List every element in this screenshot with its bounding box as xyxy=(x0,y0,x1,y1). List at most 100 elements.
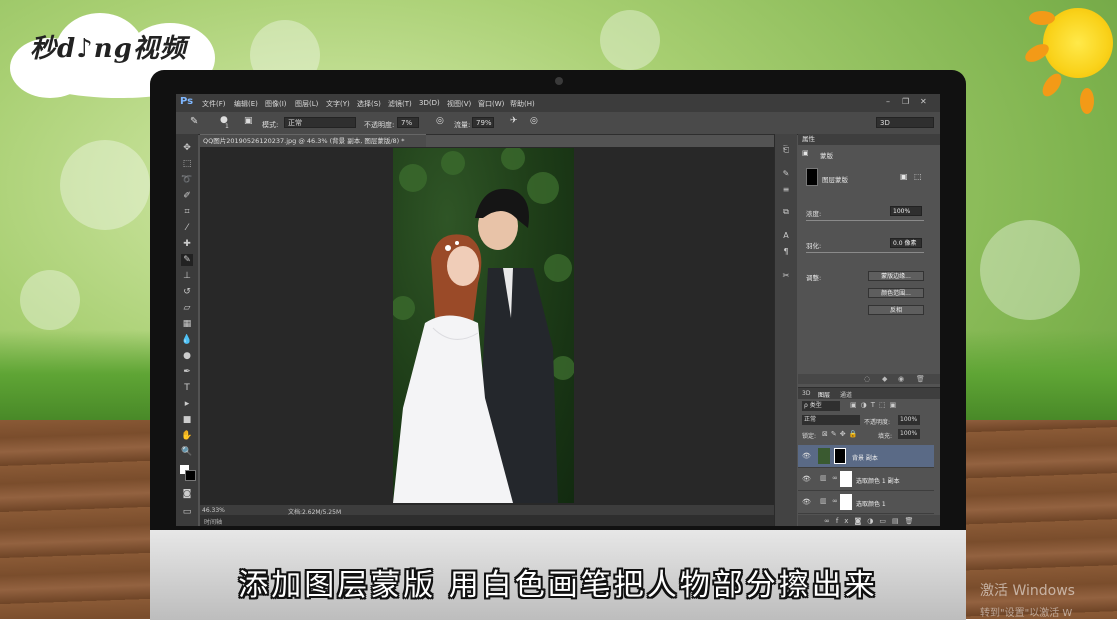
select-mask-icon[interactable]: ▣ xyxy=(900,172,908,181)
blur-tool-icon[interactable]: 💧 xyxy=(181,334,193,346)
clone-source-icon[interactable]: ⧉ xyxy=(780,206,792,218)
layers-footer: ∞fx◙◑▭▤🗑 xyxy=(798,515,940,526)
pen-tool-icon[interactable]: ✒ xyxy=(181,366,193,378)
brush-presets-icon[interactable]: ✎ xyxy=(780,168,792,180)
delete-mask-icon[interactable]: 🗑 xyxy=(916,375,925,383)
move-tool-icon[interactable]: ✥ xyxy=(181,142,193,154)
dodge-tool-icon[interactable]: ● xyxy=(181,350,193,362)
density-field[interactable]: 100% xyxy=(890,206,922,216)
document-title: QQ图片20190526120237.jpg @ 46.3% (背景 副本, 图… xyxy=(203,137,405,145)
vector-mask-icon[interactable]: ⬚ xyxy=(914,172,922,181)
gradient-tool-icon[interactable]: ▦ xyxy=(181,318,193,330)
history-brush-icon[interactable]: ↺ xyxy=(181,286,193,298)
subtitle-caption: 添加图层蒙版 用白色画笔把人物部分擦出来 xyxy=(238,568,878,603)
visibility-eye-icon[interactable]: 👁 xyxy=(802,452,811,460)
mode-select[interactable]: 正常 xyxy=(284,117,356,128)
quick-mask-icon[interactable]: ◙ xyxy=(181,488,193,500)
background-color-swatch[interactable] xyxy=(185,470,196,481)
menu-image[interactable]: 图像(I) xyxy=(265,99,287,109)
timeline-tab[interactable]: 时间轴 xyxy=(200,515,774,526)
brush-panel-icon[interactable]: ▣ xyxy=(244,116,253,126)
shape-tool-icon[interactable]: ■ xyxy=(181,414,193,426)
load-selection-icon[interactable]: ◌ xyxy=(864,375,870,383)
type-tool-icon[interactable]: T xyxy=(181,382,193,394)
restore-button[interactable]: ❐ xyxy=(902,97,909,106)
color-range-button[interactable]: 颜色范围... xyxy=(868,288,924,298)
menu-file[interactable]: 文件(F) xyxy=(202,99,226,109)
layer-mask-thumbnail[interactable] xyxy=(840,471,852,487)
tab-3d[interactable]: 3D xyxy=(802,390,810,397)
layer-mask-thumbnail[interactable] xyxy=(834,448,846,464)
disable-mask-icon[interactable]: ◉ xyxy=(898,375,904,383)
visibility-eye-icon[interactable]: 👁 xyxy=(802,475,811,483)
menu-filter[interactable]: 滤镜(T) xyxy=(388,99,412,109)
workspace-select[interactable]: 3D xyxy=(876,117,934,128)
layer-filter-icons[interactable]: ▣◑T⬚▣ xyxy=(850,401,900,409)
zoom-tool-icon[interactable]: 🔍 xyxy=(181,446,193,458)
opacity-field[interactable]: 7% xyxy=(397,117,419,128)
invert-button[interactable]: 反相 xyxy=(868,305,924,315)
brush-tool-icon[interactable]: ✎ xyxy=(181,254,193,266)
layer-row[interactable]: 👁 ▥ ∞ 选取颜色 1 副本 xyxy=(798,468,934,491)
menu-view[interactable]: 视图(V) xyxy=(447,99,471,109)
feather-field[interactable]: 0.0 像素 xyxy=(890,238,922,248)
layer-row[interactable]: 👁 ▥ ∞ 选取颜色 1 xyxy=(798,491,934,514)
path-select-icon[interactable]: ▸ xyxy=(181,398,193,410)
quick-select-tool-icon[interactable]: ✐ xyxy=(181,190,193,202)
visibility-eye-icon[interactable]: 👁 xyxy=(802,498,811,506)
tab-channels[interactable]: 通道 xyxy=(840,390,852,399)
mask-thumbnail xyxy=(806,168,818,186)
close-button[interactable]: ✕ xyxy=(920,97,927,106)
tool-presets-icon[interactable]: ✂ xyxy=(780,270,792,282)
layer-filter-select[interactable]: ρ 类型 xyxy=(802,401,840,411)
menu-edit[interactable]: 编辑(E) xyxy=(234,99,258,109)
opacity-label: 不透明度: xyxy=(364,121,395,129)
flow-field[interactable]: 79% xyxy=(472,117,494,128)
layer-row[interactable]: 👁 背景 副本 xyxy=(798,445,934,468)
webcam xyxy=(555,77,563,85)
crop-tool-icon[interactable]: ⌗ xyxy=(181,206,193,218)
layer-footer-icons[interactable]: ∞fx◙◑▭▤🗑 xyxy=(824,517,919,525)
menu-layer[interactable]: 图层(L) xyxy=(295,99,318,109)
menu-select[interactable]: 选择(S) xyxy=(357,99,381,109)
pressure-size-icon[interactable]: ◎ xyxy=(530,116,538,126)
photoshop-window: Ps 文件(F) 编辑(E) 图像(I) 图层(L) 文字(Y) 选择(S) 滤… xyxy=(176,94,940,526)
character-panel-icon[interactable]: A xyxy=(780,230,792,242)
adjustment-layer-icon: ▥ xyxy=(820,497,827,505)
screen-mode-icon[interactable]: ▭ xyxy=(181,506,193,518)
healing-tool-icon[interactable]: ✚ xyxy=(181,238,193,250)
blend-mode-select[interactable]: 正常 xyxy=(802,415,860,425)
tools-panel: ✥ ⬚ ➰ ✐ ⌗ ⁄ ✚ ✎ ⊥ ↺ ▱ ▦ 💧 ● ✒ T ▸ ■ ✋ 🔍 … xyxy=(176,134,198,526)
layer-opacity-field[interactable]: 100% xyxy=(898,415,920,425)
menu-type[interactable]: 文字(Y) xyxy=(326,99,350,109)
lock-icons[interactable]: ⊠✎✥🔒 xyxy=(822,430,860,438)
history-panel-icon[interactable]: ⎗ xyxy=(780,144,792,156)
eraser-tool-icon[interactable]: ▱ xyxy=(181,302,193,314)
document-tab[interactable]: QQ图片20190526120237.jpg @ 46.3% (背景 副本, 图… xyxy=(200,134,426,147)
marquee-tool-icon[interactable]: ⬚ xyxy=(181,158,193,170)
eyedropper-tool-icon[interactable]: ⁄ xyxy=(181,222,193,234)
paragraph-panel-icon[interactable]: ¶ xyxy=(780,246,792,258)
layers-panel: 3D 图层 通道 ρ 类型 ▣◑T⬚▣ 正常 不透明度: 100% 锁定: ⊠✎… xyxy=(798,387,940,526)
stamp-tool-icon[interactable]: ⊥ xyxy=(181,270,193,282)
brush-tool-icon[interactable]: ✎ xyxy=(190,116,198,127)
pressure-opacity-icon[interactable]: ◎ xyxy=(436,116,444,126)
mask-edge-button[interactable]: 蒙版边缘... xyxy=(868,271,924,281)
apply-mask-icon[interactable]: ◆ xyxy=(882,375,887,383)
density-slider[interactable] xyxy=(806,220,924,221)
feather-slider[interactable] xyxy=(806,252,924,253)
zoom-level[interactable]: 46.33% xyxy=(202,507,225,514)
airbrush-icon[interactable]: ✈ xyxy=(510,116,518,126)
adjustments-icon[interactable]: ≡ xyxy=(780,184,792,196)
menu-help[interactable]: 帮助(H) xyxy=(510,99,535,109)
fill-field[interactable]: 100% xyxy=(898,429,920,439)
hand-tool-icon[interactable]: ✋ xyxy=(181,430,193,442)
lasso-tool-icon[interactable]: ➰ xyxy=(181,174,193,186)
tab-layers[interactable]: 图层 xyxy=(818,390,830,399)
windows-activation-hint: 转到"设置"以激活 W xyxy=(980,608,1073,619)
menu-window[interactable]: 窗口(W) xyxy=(478,99,504,109)
layer-mask-thumbnail[interactable] xyxy=(840,494,852,510)
minimize-button[interactable]: – xyxy=(886,97,890,106)
menu-3d[interactable]: 3D(D) xyxy=(419,99,440,107)
canvas-area[interactable] xyxy=(200,147,774,505)
